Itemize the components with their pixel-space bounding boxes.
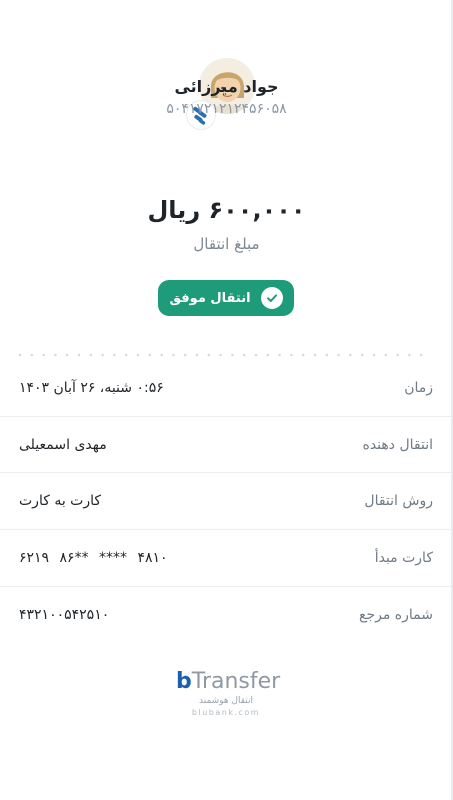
detail-row-method: روش انتقال کارت به کارت (0, 473, 451, 529)
brand-tagline: انتقال هوشمند (199, 696, 253, 706)
transfer-amount-label: مبلغ انتقال (193, 235, 260, 253)
dotted-divider (18, 353, 434, 357)
detail-label: کارت مبدأ (374, 550, 433, 566)
detail-row-sender: انتقال دهنده مهدی اسمعیلی (0, 417, 451, 473)
detail-label: روش انتقال (364, 493, 433, 509)
brand-text: Transfer (191, 669, 281, 694)
detail-row-reference: شماره مرجع ۴۳۲۱۰۰۵۴۲۵۱۰ (0, 587, 451, 643)
checkmark-icon (260, 287, 283, 309)
brand-wordmark: bTransfer (176, 668, 280, 696)
brand-b: b (176, 669, 192, 694)
detail-value: مهدی اسمعیلی (19, 437, 107, 453)
detail-value: ۴۳۲۱۰۰۵۴۲۵۱۰ (19, 607, 110, 623)
detail-value: کارت به کارت (19, 493, 102, 509)
detail-label: زمان (404, 380, 433, 396)
status-label: انتقال موفق (169, 290, 251, 306)
detail-row-time: زمان ۰:۵۶ شنبه، ۲۶ آبان ۱۴۰۳ (0, 360, 451, 416)
detail-value: ۰:۵۶ شنبه، ۲۶ آبان ۱۴۰۳ (19, 380, 164, 396)
status-badge: انتقال موفق (158, 280, 294, 316)
detail-label: انتقال دهنده (362, 437, 433, 453)
detail-row-source-card: کارت مبدأ ۶۲۱۹ ۸۶** **** ۴۸۱۰ (0, 530, 451, 586)
transfer-amount: ۶۰۰,۰۰۰ ریال (147, 196, 306, 224)
detail-value: ۶۲۱۹ ۸۶** **** ۴۸۱۰ (19, 550, 168, 566)
detail-label: شماره مرجع (359, 607, 433, 623)
brand-site: blubank.com (191, 708, 261, 717)
btransfer-logo: bTransfer انتقال هوشمند blubank.com (176, 668, 280, 720)
recipient-name: جواد میرزائی (174, 77, 279, 96)
recipient-account-number: ۵۰۴۱۷۲۱۲۱۲۴۵۶۰۵۸ (166, 101, 287, 117)
